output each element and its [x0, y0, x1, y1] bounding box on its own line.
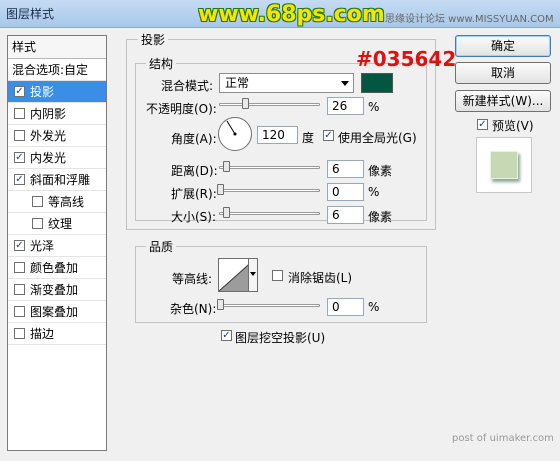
- style-item[interactable]: ✓ 内发光: [8, 147, 106, 169]
- angle-unit: 度: [302, 131, 315, 145]
- spread-slider[interactable]: [219, 189, 320, 192]
- style-item-checkbox[interactable]: [14, 284, 25, 295]
- opacity-percent: %: [368, 100, 380, 114]
- color-hex-annotation: #035642: [356, 47, 457, 71]
- site-note: 思缘设计论坛 www.MISSYUAN.COM: [385, 14, 554, 25]
- anti-alias-label: 消除锯齿(L): [288, 271, 353, 285]
- window-title: 图层样式: [6, 7, 55, 21]
- new-style-button[interactable]: 新建样式(W)...: [455, 90, 551, 112]
- size-slider[interactable]: [219, 212, 320, 215]
- drop-shadow-title: 投影: [138, 31, 169, 48]
- styles-header: 样式: [8, 36, 106, 59]
- angle-field[interactable]: 120: [257, 126, 298, 144]
- style-item-label: 等高线: [48, 195, 85, 209]
- noise-slider-thumb[interactable]: [217, 299, 224, 310]
- style-item-label: 外发光: [30, 129, 67, 143]
- style-item-checkbox[interactable]: ✓: [14, 152, 25, 163]
- chevron-down-icon: [250, 272, 256, 276]
- distance-field[interactable]: 6: [327, 160, 364, 178]
- style-item[interactable]: ✓ 光泽: [8, 235, 106, 257]
- angle-label: 角度(A):: [171, 132, 217, 146]
- blend-mode-select[interactable]: 正常: [219, 73, 354, 93]
- style-item-checkbox[interactable]: [32, 196, 43, 207]
- size-unit: 像素: [368, 210, 393, 224]
- blend-options-item[interactable]: 混合选项:自定: [8, 59, 106, 81]
- blend-mode-label: 混合模式:: [161, 79, 214, 93]
- style-item[interactable]: ✓ 投影: [8, 81, 106, 103]
- global-light-label: 使用全局光(G): [338, 131, 417, 145]
- opacity-slider-thumb[interactable]: [242, 98, 250, 109]
- style-preview-swatch: [490, 151, 518, 179]
- size-slider-thumb[interactable]: [223, 207, 230, 218]
- structure-title: 结构: [146, 55, 177, 72]
- noise-label: 杂色(N):: [170, 302, 217, 316]
- style-item-checkbox[interactable]: ✓: [14, 86, 25, 97]
- spread-percent: %: [368, 185, 380, 199]
- global-light-checkbox[interactable]: ✓: [323, 130, 334, 141]
- style-item-label: 内阴影: [30, 107, 67, 121]
- style-item-checkbox[interactable]: [14, 262, 25, 273]
- size-label: 大小(S):: [171, 210, 217, 224]
- quality-title: 品质: [146, 238, 177, 255]
- contour-label: 等高线:: [172, 272, 213, 286]
- spread-field[interactable]: 0: [327, 183, 364, 201]
- style-item-label: 图案叠加: [30, 305, 79, 319]
- blend-mode-value: 正常: [225, 76, 250, 90]
- chevron-down-icon: [341, 81, 349, 86]
- ok-button[interactable]: 确定: [455, 35, 551, 57]
- style-item-label: 描边: [30, 327, 55, 341]
- footer-note: post of uimaker.com: [452, 433, 554, 444]
- style-item[interactable]: 外发光: [8, 125, 106, 147]
- spread-slider-thumb[interactable]: [217, 184, 224, 195]
- style-item-label: 光泽: [30, 239, 55, 253]
- style-item-checkbox[interactable]: [14, 328, 25, 339]
- style-item-checkbox[interactable]: [14, 306, 25, 317]
- style-item-label: 内发光: [30, 151, 67, 165]
- distance-slider-thumb[interactable]: [223, 161, 230, 172]
- styles-list: 样式 混合选项:自定 ✓ 投影内阴影外发光 ✓ 内发光 ✓ 斜面和浮雕等高线纹理 ✓ 光泽颜色…: [7, 35, 107, 451]
- style-item[interactable]: 图案叠加: [8, 301, 106, 323]
- distance-slider[interactable]: [219, 166, 320, 169]
- preview-label: 预览(V): [492, 119, 534, 133]
- style-item[interactable]: 等高线: [8, 191, 106, 213]
- shadow-color-swatch[interactable]: [361, 73, 393, 93]
- noise-slider[interactable]: [219, 304, 320, 307]
- style-item[interactable]: 内阴影: [8, 103, 106, 125]
- style-item[interactable]: 渐变叠加: [8, 279, 106, 301]
- blend-options-label: 混合选项:自定: [12, 63, 89, 77]
- angle-dial-needle: [226, 120, 237, 136]
- preview-checkbox[interactable]: ✓: [477, 119, 488, 130]
- noise-field[interactable]: 0: [327, 298, 364, 316]
- knockout-label: 图层挖空投影(U): [235, 331, 326, 345]
- opacity-slider[interactable]: [219, 103, 320, 106]
- distance-label: 距离(D):: [171, 164, 218, 178]
- anti-alias-checkbox[interactable]: [272, 270, 283, 281]
- style-item-checkbox[interactable]: ✓: [14, 174, 25, 185]
- knockout-checkbox[interactable]: ✓: [221, 330, 232, 341]
- style-item-checkbox[interactable]: [14, 108, 25, 119]
- style-item-checkbox[interactable]: ✓: [14, 240, 25, 251]
- contour-dropdown[interactable]: [248, 258, 258, 292]
- style-item[interactable]: 描边: [8, 323, 106, 345]
- cancel-button[interactable]: 取消: [455, 62, 551, 84]
- style-item-label: 投影: [30, 85, 55, 99]
- noise-percent: %: [368, 300, 380, 314]
- style-preview: [476, 137, 532, 193]
- opacity-label: 不透明度(O):: [146, 102, 217, 116]
- style-item[interactable]: ✓ 斜面和浮雕: [8, 169, 106, 191]
- style-item[interactable]: 纹理: [8, 213, 106, 235]
- watermark: www.68ps.com: [198, 2, 385, 27]
- style-item-label: 颜色叠加: [30, 261, 79, 275]
- opacity-field[interactable]: 26: [327, 97, 364, 115]
- size-field[interactable]: 6: [327, 206, 364, 224]
- style-item-checkbox[interactable]: [14, 130, 25, 141]
- angle-dial[interactable]: [218, 117, 252, 151]
- style-item-label: 斜面和浮雕: [30, 173, 91, 187]
- spread-label: 扩展(R):: [171, 187, 217, 201]
- style-item[interactable]: 颜色叠加: [8, 257, 106, 279]
- style-item-checkbox[interactable]: [32, 218, 43, 229]
- distance-unit: 像素: [368, 164, 393, 178]
- style-item-label: 纹理: [48, 217, 73, 231]
- style-item-label: 渐变叠加: [30, 283, 79, 297]
